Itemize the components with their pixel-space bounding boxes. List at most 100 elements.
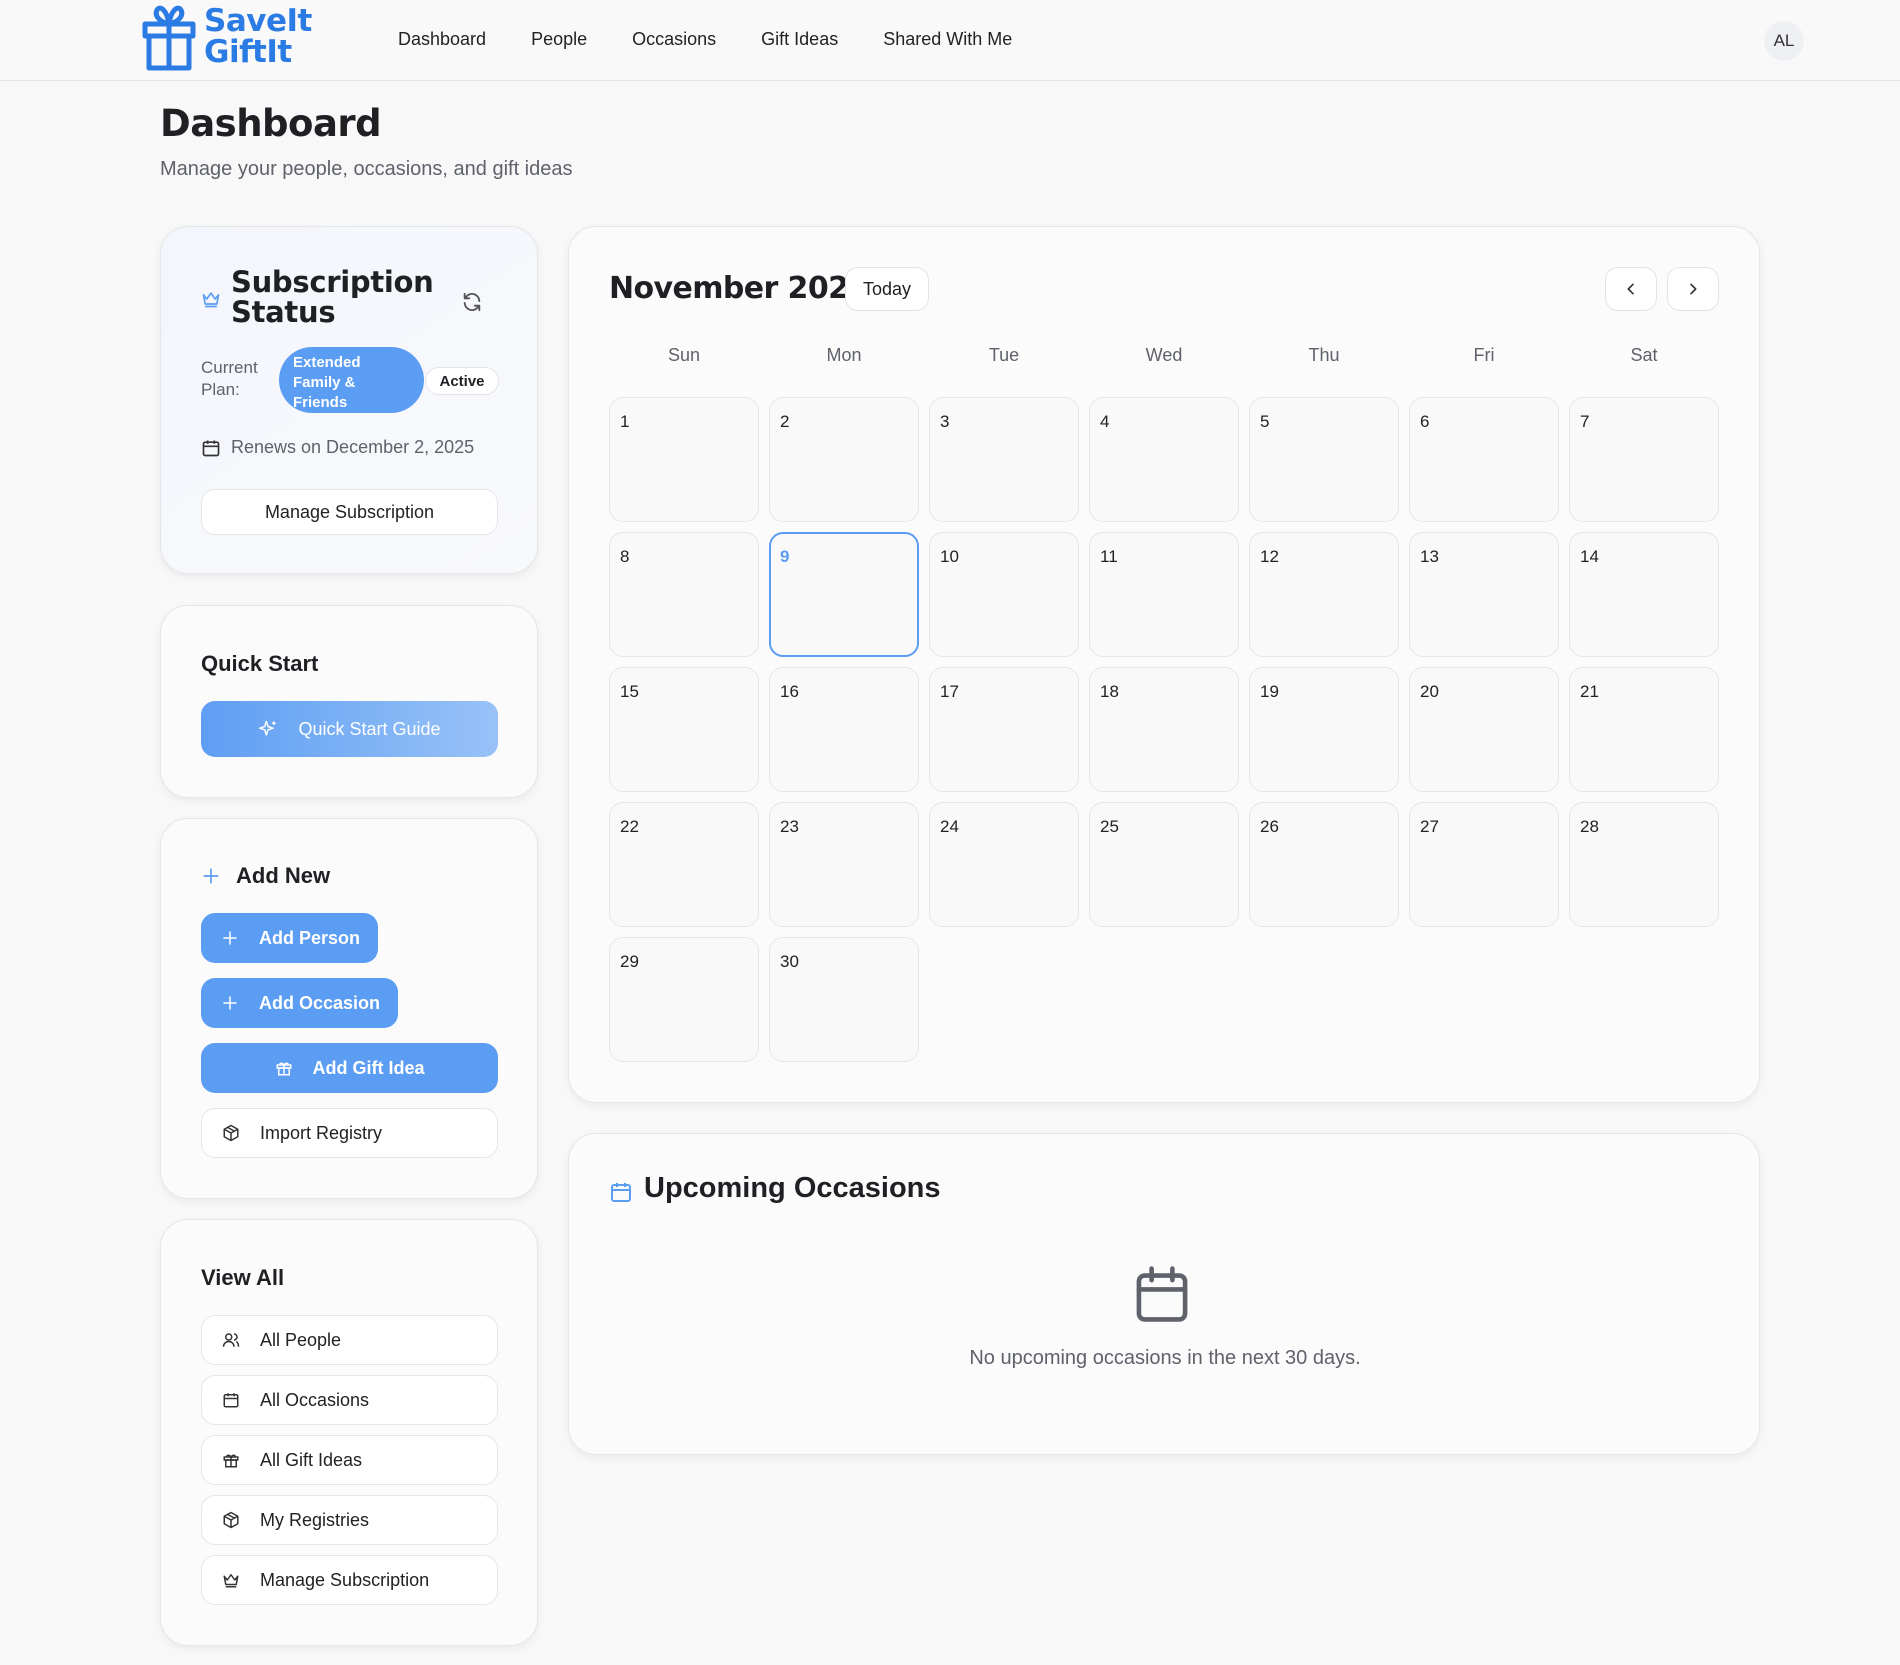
calendar-day[interactable]: 4 <box>1089 397 1239 522</box>
calendar-icon <box>202 440 220 456</box>
add-new-title: Add New <box>236 863 331 888</box>
calendar-day[interactable]: 3 <box>929 397 1079 522</box>
calendar-day[interactable]: 29 <box>609 937 759 1062</box>
status-badge: Active <box>425 367 499 395</box>
nav-people[interactable]: People <box>531 29 587 50</box>
add-person-label: Add Person <box>259 927 361 948</box>
all-occasions-label: All Occasions <box>260 1389 370 1410</box>
import-registry-button[interactable]: Import Registry <box>201 1108 498 1158</box>
renewal-date: Renews on December 2, 2025 <box>231 437 475 457</box>
page-subtitle: Manage your people, occasions, and gift … <box>160 158 573 180</box>
quick-start-guide-button[interactable]: Quick Start Guide <box>201 701 498 757</box>
calendar-day[interactable]: 1 <box>609 397 759 522</box>
plus-icon <box>223 931 237 945</box>
calendar-day[interactable]: 20 <box>1409 667 1559 792</box>
nav-shared-with-me[interactable]: Shared With Me <box>883 29 1012 50</box>
add-new-card: Add New Add Person Add Occasion Add Gift… <box>160 818 538 1199</box>
calendar-month-title: November 2025 <box>609 271 869 306</box>
crown-icon <box>223 1574 239 1588</box>
import-registry-label: Import Registry <box>260 1122 383 1143</box>
calendar-icon <box>611 1183 631 1202</box>
gift-logo-icon <box>142 5 196 71</box>
weekday-wed: Wed <box>1145 345 1183 365</box>
manage-subscription-button[interactable]: Manage Subscription <box>201 489 498 535</box>
refresh-icon[interactable] <box>461 291 483 313</box>
sparkles-icon <box>259 720 276 736</box>
upcoming-occasions-title: Upcoming Occasions <box>644 1172 941 1204</box>
calendar-day[interactable]: 7 <box>1569 397 1719 522</box>
prev-month-button[interactable] <box>1605 267 1657 311</box>
calendar-day[interactable]: 13 <box>1409 532 1559 657</box>
top-navigation: SaveIt GiftIt Dashboard People Occasions… <box>0 0 1900 81</box>
calendar-day[interactable]: 5 <box>1249 397 1399 522</box>
calendar-day[interactable]: 17 <box>929 667 1079 792</box>
calendar-day[interactable]: 28 <box>1569 802 1719 927</box>
calendar-day[interactable]: 27 <box>1409 802 1559 927</box>
add-occasion-button[interactable]: Add Occasion <box>201 978 398 1028</box>
plan-badge: Extended Family & Friends <box>279 347 424 413</box>
calendar-day[interactable]: 23 <box>769 802 919 927</box>
main-nav: Dashboard People Occasions Gift Ideas Sh… <box>398 29 1057 50</box>
calendar-day[interactable]: 21 <box>1569 667 1719 792</box>
empty-state-message: No upcoming occasions in the next 30 day… <box>969 1347 1361 1369</box>
calendar-day[interactable]: 12 <box>1249 532 1399 657</box>
next-month-button[interactable] <box>1667 267 1719 311</box>
all-gift-ideas-label: All Gift Ideas <box>260 1449 363 1470</box>
chevron-left-icon <box>1627 283 1634 295</box>
calendar-day[interactable]: 22 <box>609 802 759 927</box>
gift-icon <box>223 1454 239 1468</box>
calendar-icon <box>223 1393 239 1408</box>
users-icon <box>222 1333 240 1347</box>
package-icon <box>223 1124 239 1142</box>
add-person-button[interactable]: Add Person <box>201 913 378 963</box>
nav-dashboard[interactable]: Dashboard <box>398 29 486 50</box>
calendar-day[interactable]: 6 <box>1409 397 1559 522</box>
nav-occasions[interactable]: Occasions <box>632 29 716 50</box>
add-gift-idea-button[interactable]: Add Gift Idea <box>201 1043 498 1093</box>
add-gift-idea-label: Add Gift Idea <box>312 1057 425 1078</box>
user-avatar[interactable]: AL <box>1764 21 1804 61</box>
add-occasion-label: Add Occasion <box>259 992 381 1013</box>
plus-icon <box>203 868 219 884</box>
upcoming-occasions-card: Upcoming Occasions No upcoming occasions… <box>568 1133 1760 1455</box>
nav-gift-ideas[interactable]: Gift Ideas <box>761 29 838 50</box>
quick-start-guide-label: Quick Start Guide <box>298 718 441 739</box>
my-registries-label: My Registries <box>260 1509 370 1530</box>
renewal-info: Renews on December 2, 2025 <box>201 437 474 458</box>
calendar-day[interactable]: 30 <box>769 937 919 1062</box>
calendar-day[interactable]: 19 <box>1249 667 1399 792</box>
manage-subscription-link-label: Manage Subscription <box>260 1569 430 1590</box>
weekday-sat: Sat <box>1630 345 1658 365</box>
calendar-day[interactable]: 14 <box>1569 532 1719 657</box>
plus-icon <box>223 996 237 1010</box>
all-gift-ideas-link[interactable]: All Gift Ideas <box>201 1435 498 1485</box>
all-people-link[interactable]: All People <box>201 1315 498 1365</box>
empty-calendar-icon <box>1136 1266 1188 1322</box>
calendar-day[interactable]: 10 <box>929 532 1079 657</box>
manage-subscription-link[interactable]: Manage Subscription <box>201 1555 498 1605</box>
brand-logo[interactable]: SaveIt GiftIt <box>140 2 312 72</box>
calendar-day[interactable]: 11 <box>1089 532 1239 657</box>
brand-name: SaveIt GiftIt <box>204 3 312 70</box>
all-people-label: All People <box>260 1329 342 1350</box>
calendar-day[interactable]: 18 <box>1089 667 1239 792</box>
calendar-day[interactable]: 25 <box>1089 802 1239 927</box>
today-button[interactable]: Today <box>845 267 929 311</box>
page-title: Dashboard <box>160 102 382 145</box>
weekday-sun: Sun <box>667 345 701 365</box>
calendar-day[interactable]: 2 <box>769 397 919 522</box>
calendar-day[interactable]: 15 <box>609 667 759 792</box>
weekday-mon: Mon <box>826 345 862 365</box>
view-all-title: View All <box>201 1265 285 1290</box>
weekday-fri: Fri <box>1473 345 1495 365</box>
my-registries-link[interactable]: My Registries <box>201 1495 498 1545</box>
calendar-day[interactable]: 8 <box>609 532 759 657</box>
calendar-day[interactable]: 26 <box>1249 802 1399 927</box>
calendar-day[interactable]: 24 <box>929 802 1079 927</box>
calendar-day[interactable]: 16 <box>769 667 919 792</box>
weekday-thu: Thu <box>1308 345 1340 365</box>
all-occasions-link[interactable]: All Occasions <box>201 1375 498 1425</box>
calendar-day-today[interactable]: 9 <box>769 532 919 657</box>
package-icon <box>223 1511 239 1529</box>
chevron-right-icon <box>1690 283 1697 295</box>
